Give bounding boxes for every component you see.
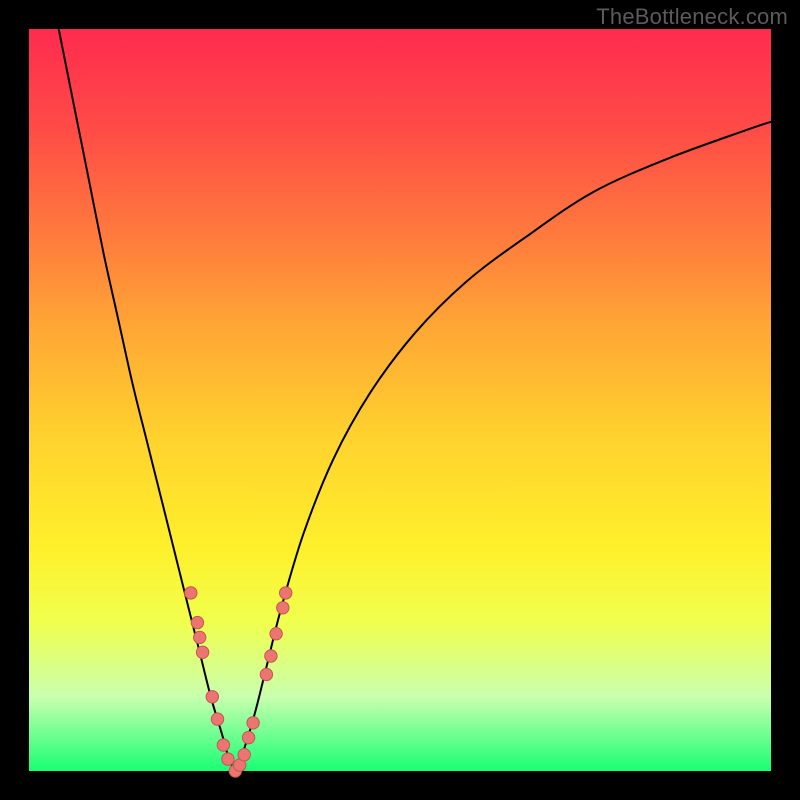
data-marker — [280, 587, 292, 599]
data-marker — [194, 631, 206, 643]
data-marker — [191, 616, 203, 628]
data-marker — [211, 713, 223, 725]
curve-left-branch — [59, 29, 236, 771]
data-marker — [206, 691, 218, 703]
chart-svg — [29, 29, 771, 771]
watermark-text: TheBottleneck.com — [596, 4, 788, 30]
marker-group — [185, 587, 292, 778]
curve-right-branch — [235, 122, 771, 771]
data-marker — [185, 587, 197, 599]
data-marker — [217, 739, 229, 751]
data-marker — [277, 602, 289, 614]
chart-frame: TheBottleneck.com — [0, 0, 800, 800]
data-marker — [265, 650, 277, 662]
data-marker — [242, 731, 254, 743]
data-marker — [238, 749, 250, 761]
data-marker — [260, 668, 272, 680]
data-marker — [196, 646, 208, 658]
plot-area — [29, 29, 771, 771]
data-marker — [247, 717, 259, 729]
data-marker — [270, 628, 282, 640]
data-marker — [222, 753, 234, 765]
